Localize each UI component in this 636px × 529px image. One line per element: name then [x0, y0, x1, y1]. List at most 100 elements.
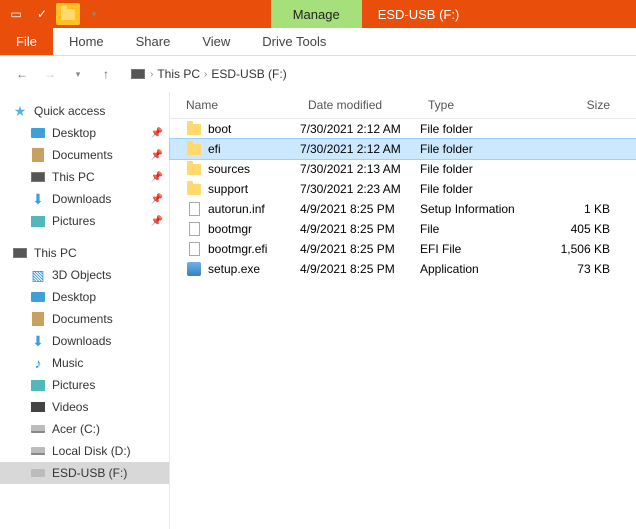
sidebar-item[interactable]: Pictures📌 — [0, 210, 169, 232]
sidebar-item-label: Acer (C:) — [52, 422, 100, 436]
drive-icon — [30, 443, 46, 459]
sidebar-item[interactable]: ▧3D Objects — [0, 264, 169, 286]
file-date: 7/30/2021 2:12 AM — [300, 122, 420, 136]
folder-icon — [186, 141, 202, 157]
file-type: File folder — [420, 182, 540, 196]
desk-icon — [30, 125, 46, 141]
file-date: 7/30/2021 2:13 AM — [300, 162, 420, 176]
pic-icon — [30, 377, 46, 393]
sidebar-item-label: 3D Objects — [52, 268, 111, 282]
sidebar-item[interactable]: ⬇ Downloads — [0, 330, 169, 352]
sidebar-item-label: Downloads — [52, 192, 111, 206]
file-list: Name Date modified Type Size boot7/30/20… — [170, 92, 636, 529]
sidebar-item[interactable]: Pictures — [0, 374, 169, 396]
check-icon: ✓ — [37, 7, 47, 21]
file-name: bootmgr.efi — [208, 242, 267, 256]
sidebar-label: Quick access — [34, 104, 105, 118]
tab-share[interactable]: Share — [120, 28, 187, 55]
sidebar-head-this-pc[interactable]: This PC — [0, 242, 169, 264]
pc-icon — [30, 169, 46, 185]
folder-icon — [186, 181, 202, 197]
file-icon — [186, 241, 202, 257]
column-headers: Name Date modified Type Size — [170, 92, 636, 119]
pc-icon — [12, 245, 28, 261]
file-rows: boot7/30/2021 2:12 AMFile folderefi7/30/… — [170, 119, 636, 529]
file-row[interactable]: setup.exe4/9/2021 8:25 PMApplication73 K… — [170, 259, 636, 279]
breadcrumb-root[interactable]: This PC — [157, 67, 200, 81]
sidebar-head-quick-access[interactable]: ★ Quick access — [0, 100, 169, 122]
file-row[interactable]: bootmgr.efi4/9/2021 8:25 PMEFI File1,506… — [170, 239, 636, 259]
sidebar-item[interactable]: ESD-USB (F:) — [0, 462, 169, 484]
down-icon: ⬇ — [30, 191, 46, 207]
sidebar-item[interactable]: Desktop — [0, 286, 169, 308]
file-row[interactable]: support7/30/2021 2:23 AMFile folder — [170, 179, 636, 199]
column-type[interactable]: Type — [420, 98, 540, 112]
qat-dropdown[interactable]: ▾ — [82, 3, 106, 25]
tab-file[interactable]: File — [0, 28, 53, 55]
sidebar-item[interactable]: Documents — [0, 308, 169, 330]
sidebar-item-label: Pictures — [52, 378, 95, 392]
app-icon — [186, 261, 202, 277]
tab-view[interactable]: View — [186, 28, 246, 55]
chevron-right-icon: › — [150, 69, 153, 80]
sidebar-item-label: Music — [52, 356, 83, 370]
pin-icon: 📌 — [151, 128, 163, 139]
sidebar-item-label: Desktop — [52, 290, 96, 304]
sidebar-item[interactable]: Desktop📌 — [0, 122, 169, 144]
sidebar-item[interactable]: ⬇ Downloads 📌 — [0, 188, 169, 210]
file-name: sources — [208, 162, 250, 176]
ribbon-tabs: File Home Share View Drive Tools — [0, 28, 636, 56]
up-button[interactable]: ↑ — [94, 62, 118, 86]
pin-icon: 📌 — [151, 194, 163, 205]
chevron-down-icon: ▾ — [92, 9, 97, 20]
sidebar-item[interactable]: Documents 📌 — [0, 144, 169, 166]
page-icon: ▭ — [10, 7, 21, 21]
sidebar-item-label: Downloads — [52, 334, 111, 348]
file-date: 4/9/2021 8:25 PM — [300, 222, 420, 236]
pic-icon — [30, 213, 46, 229]
qat-item[interactable]: ▭ — [4, 3, 28, 25]
folder-icon — [186, 161, 202, 177]
music-icon: ♪ — [30, 355, 46, 371]
tab-home[interactable]: Home — [53, 28, 120, 55]
quick-access-toolbar: ▭ ✓ ▾ — [0, 0, 110, 28]
file-row[interactable]: efi7/30/2021 2:12 AMFile folder — [170, 139, 636, 159]
qat-item[interactable]: ✓ — [30, 3, 54, 25]
sidebar-item[interactable]: This PC📌 — [0, 166, 169, 188]
breadcrumb[interactable]: › This PC › ESD-USB (F:) — [130, 66, 287, 82]
file-type: File — [420, 222, 540, 236]
chevron-down-icon: ▾ — [76, 69, 81, 80]
context-tab-manage[interactable]: Manage — [271, 0, 362, 28]
tab-drive-tools[interactable]: Drive Tools — [246, 28, 342, 55]
file-date: 4/9/2021 8:25 PM — [300, 242, 420, 256]
file-row[interactable]: autorun.inf4/9/2021 8:25 PMSetup Informa… — [170, 199, 636, 219]
pin-icon: 📌 — [151, 150, 163, 161]
breadcrumb-current[interactable]: ESD-USB (F:) — [211, 67, 286, 81]
column-size[interactable]: Size — [540, 98, 636, 112]
sidebar-item[interactable]: Local Disk (D:) — [0, 440, 169, 462]
sidebar-item[interactable]: Acer (C:) — [0, 418, 169, 440]
pin-icon: 📌 — [151, 216, 163, 227]
sidebar-item-label: Videos — [52, 400, 88, 414]
column-date[interactable]: Date modified — [300, 98, 420, 112]
qat-folder[interactable] — [56, 3, 80, 25]
sidebar-item[interactable]: ♪ Music — [0, 352, 169, 374]
file-row[interactable]: sources7/30/2021 2:13 AMFile folder — [170, 159, 636, 179]
file-size: 1,506 KB — [540, 242, 636, 256]
up-icon: ↑ — [103, 67, 109, 81]
folder-icon — [61, 9, 75, 20]
titlebar: ▭ ✓ ▾ Manage ESD-USB (F:) — [0, 0, 636, 28]
file-name: autorun.inf — [208, 202, 265, 216]
file-row[interactable]: boot7/30/2021 2:12 AMFile folder — [170, 119, 636, 139]
sidebar-label: This PC — [34, 246, 77, 260]
recent-dropdown[interactable]: ▾ — [66, 62, 90, 86]
sidebar-item-label: Documents — [52, 148, 113, 162]
file-name: bootmgr — [208, 222, 252, 236]
file-row[interactable]: bootmgr4/9/2021 8:25 PMFile405 KB — [170, 219, 636, 239]
column-name[interactable]: Name — [170, 98, 300, 112]
down-icon: ⬇ — [30, 333, 46, 349]
back-button[interactable]: ← — [10, 62, 34, 86]
forward-button[interactable]: → — [38, 62, 62, 86]
file-size: 73 KB — [540, 262, 636, 276]
sidebar-item[interactable]: Videos — [0, 396, 169, 418]
